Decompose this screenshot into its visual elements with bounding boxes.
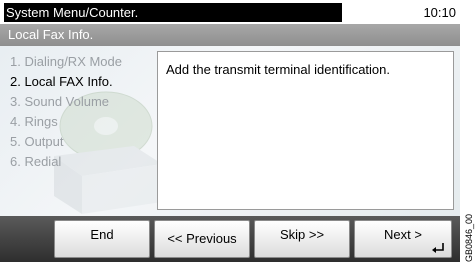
menu-list: 1. Dialing/RX Mode 2. Local FAX Info. 3.… (10, 52, 122, 172)
next-button-label: Next > (384, 227, 422, 242)
menu-item-rings[interactable]: 4. Rings (10, 112, 122, 132)
previous-button[interactable]: << Previous (154, 220, 250, 258)
screen-title-label: System Menu/Counter. (6, 5, 139, 20)
main-area: 1. Dialing/RX Mode 2. Local FAX Info. 3.… (0, 46, 460, 216)
message-panel: Add the transmit terminal identification… (157, 51, 454, 210)
sub-header: Local Fax Info. (0, 24, 460, 46)
next-button[interactable]: Next > (354, 220, 452, 258)
figure-code-label: GB0846_00 (464, 213, 474, 262)
title-spacer (342, 3, 386, 22)
sub-header-title: Local Fax Info. (8, 27, 94, 42)
message-text: Add the transmit terminal identification… (166, 62, 390, 77)
menu-item-local-fax-info[interactable]: 2. Local FAX Info. (10, 72, 122, 92)
figure-code: GB0846_00 (462, 214, 476, 262)
menu-item-output[interactable]: 5. Output (10, 132, 122, 152)
end-button[interactable]: End (54, 220, 150, 258)
button-bar: End << Previous Skip >> Next > (0, 216, 460, 262)
fax-panel-screen: System Menu/Counter. 10:10 Local Fax Inf… (0, 0, 460, 262)
clock: 10:10 (423, 5, 456, 20)
menu-item-redial[interactable]: 6. Redial (10, 152, 122, 172)
enter-return-icon (432, 243, 444, 253)
menu-item-sound-volume[interactable]: 3. Sound Volume (10, 92, 122, 112)
title-bar: System Menu/Counter. 10:10 (0, 0, 460, 24)
screen-title: System Menu/Counter. (4, 3, 342, 22)
menu-item-dialing-rx-mode[interactable]: 1. Dialing/RX Mode (10, 52, 122, 72)
skip-button[interactable]: Skip >> (254, 220, 350, 258)
